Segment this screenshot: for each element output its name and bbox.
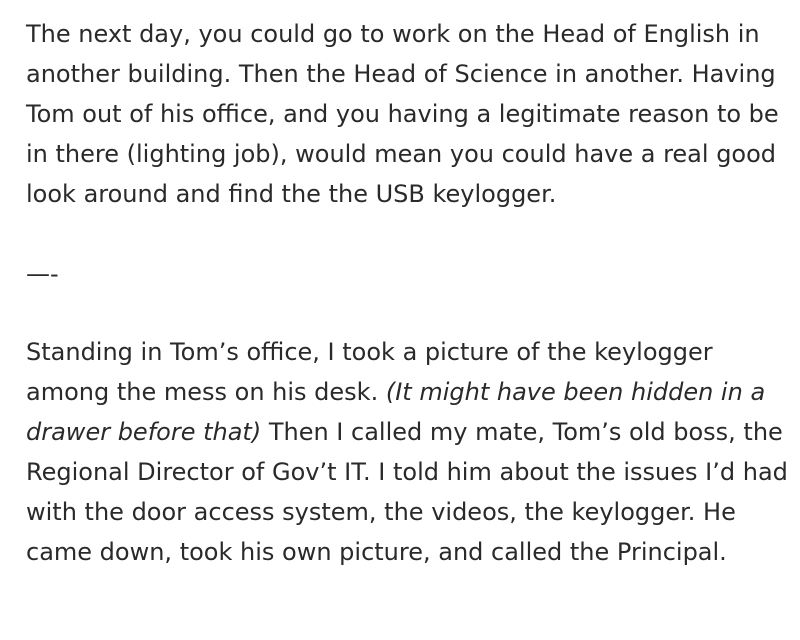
paragraph-1: The next day, you could go to work on th… — [26, 20, 779, 208]
article-body: The next day, you could go to work on th… — [26, 14, 791, 572]
section-divider: —- — [26, 260, 59, 288]
paragraph-2: Standing in Tom’s office, I took a pictu… — [26, 332, 791, 572]
